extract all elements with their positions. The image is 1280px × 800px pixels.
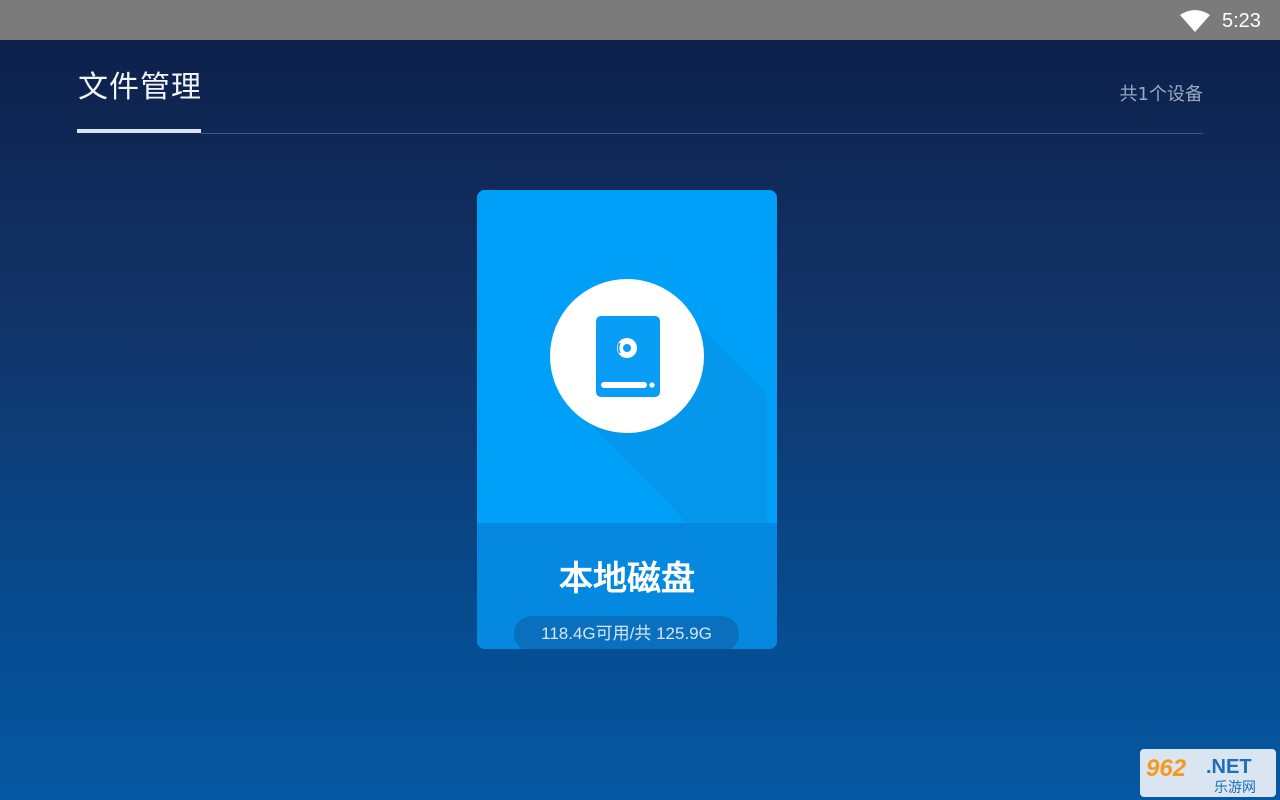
status-clock: 5:23 [1222, 10, 1261, 32]
svg-text:乐游网: 乐游网 [1214, 780, 1256, 796]
local-disk-card[interactable]: 本地磁盘 118.4G可用/共 125.9G [477, 190, 777, 649]
disk-name: 本地磁盘 [559, 559, 695, 599]
hard-drive-icon [550, 279, 767, 523]
card-icon-panel [477, 190, 777, 523]
page-title: 文件管理 [78, 70, 202, 105]
status-bar: 5:23 [0, 0, 1280, 40]
svg-text:962: 962 [1146, 755, 1187, 782]
wifi-icon [1180, 10, 1210, 32]
device-count: 共1个设备 [1119, 84, 1203, 105]
card-info-panel: 本地磁盘 118.4G可用/共 125.9G [477, 523, 777, 649]
svg-text:.NET: .NET [1206, 756, 1252, 778]
header-divider [201, 133, 1203, 134]
storage-usage-badge: 118.4G可用/共 125.9G [514, 616, 739, 649]
watermark-logo: 962 .NET 乐游网 [1140, 749, 1276, 797]
title-tab-indicator [77, 129, 201, 133]
